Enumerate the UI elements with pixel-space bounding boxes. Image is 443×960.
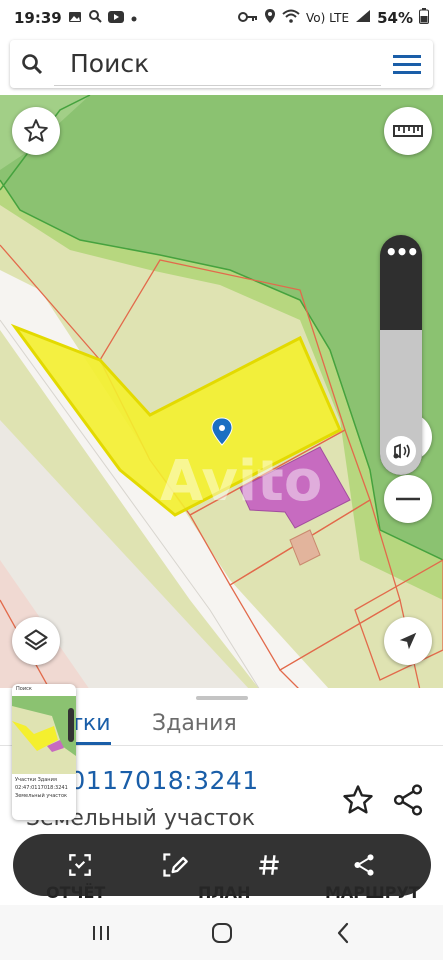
search-bar[interactable]: Поиск [10,40,433,88]
ruler-icon[interactable] [384,107,432,155]
location-icon [264,8,276,28]
scan-icon[interactable] [55,840,105,890]
map-view[interactable]: Avito ••• [0,95,443,690]
tab-buildings[interactable]: Здания [152,704,237,744]
search-icon[interactable] [10,52,54,76]
edit-plan-icon[interactable] [150,840,200,890]
menu-icon[interactable] [381,53,433,75]
sound-icon[interactable] [385,435,417,467]
image-icon [68,9,82,27]
share-icon[interactable] [390,782,426,818]
wifi-icon [282,9,300,27]
status-time: 19:39 [14,9,62,27]
network-label: Vo) LTE [306,11,350,25]
hash-icon[interactable] [244,840,294,890]
home-icon[interactable] [192,913,252,953]
system-nav-bar [0,905,443,960]
status-bar: 19:39 Vo) LTE 54% [0,0,443,36]
youtube-icon [107,9,124,27]
watermark-logo: Avito [160,449,322,514]
favorite-star-icon[interactable] [12,107,60,155]
key-icon [238,9,258,27]
search-small-icon [88,9,102,27]
back-icon[interactable] [313,913,373,953]
search-input[interactable]: Поиск [54,42,381,86]
screenshot-action-bar [13,834,431,896]
favorite-star-icon[interactable] [340,782,376,818]
share-icon[interactable] [339,840,389,890]
thumbnail-search: Поиск [16,686,32,692]
dot-icon [130,9,138,27]
cadastral-number[interactable]: 7:0117018:3241 [44,766,259,795]
signal-icon [355,9,371,27]
zoom-slider-panel[interactable]: ••• [380,235,422,475]
sheet-drag-handle[interactable] [196,696,248,700]
my-location-icon[interactable] [384,617,432,665]
battery-icon [419,8,429,28]
zoom-out-icon[interactable] [384,475,432,523]
recents-icon[interactable] [71,913,131,953]
battery-level: 54% [377,9,413,27]
cadastral-map[interactable]: Avito [0,95,443,690]
layers-icon[interactable] [12,617,60,665]
phone-screen: 19:39 Vo) LTE 54% Поиск Avito ••• стки З… [0,0,443,960]
thumbnail-map [12,696,76,774]
screenshot-thumbnail[interactable]: Поиск Участки Здания 02:47:0117018:3241 … [12,684,76,820]
more-icon[interactable]: ••• [380,242,422,262]
thumbnail-info: Участки Здания 02:47:0117018:3241 Земель… [15,777,68,799]
